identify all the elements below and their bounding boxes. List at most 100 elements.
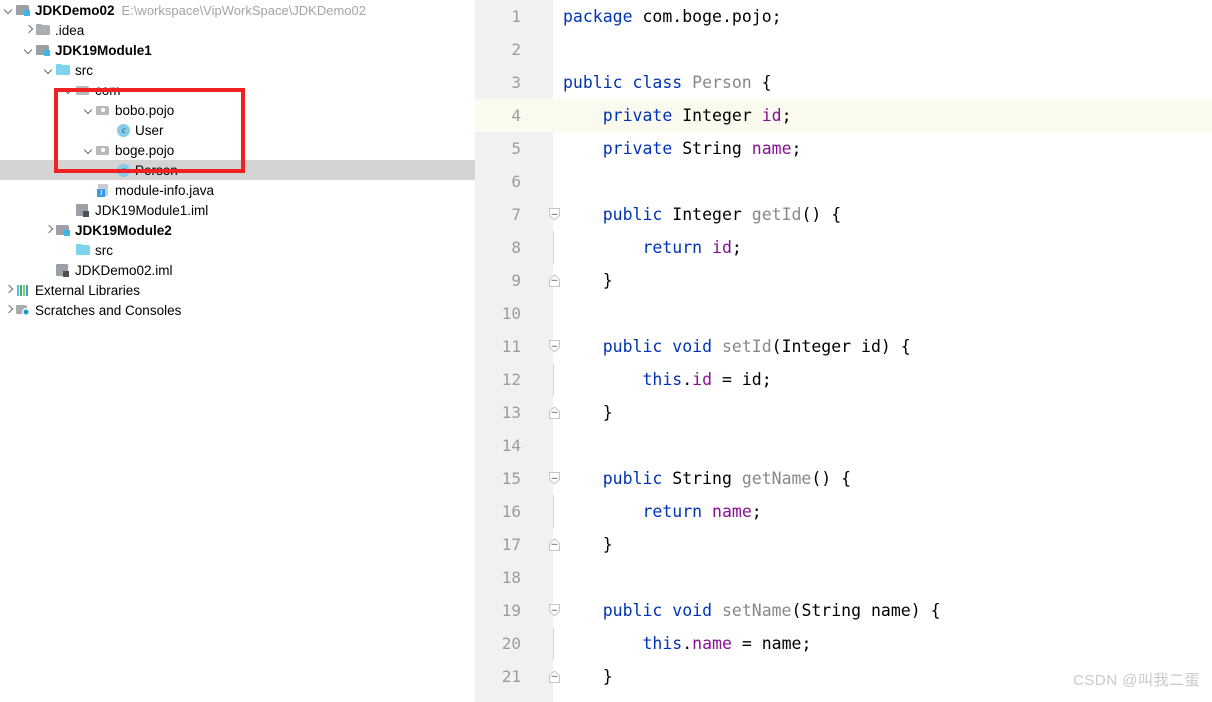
code-line[interactable]: 5 private String name; [475, 132, 1212, 165]
tree-row-jdkdemo02-iml[interactable]: JDKDemo02.iml [0, 260, 475, 280]
chevron-right-icon[interactable] [4, 305, 15, 316]
tree-row-label: JDKDemo02 [35, 2, 115, 18]
code-line[interactable]: 16 return name; [475, 495, 1212, 528]
code-line[interactable]: 12 this.id = id; [475, 363, 1212, 396]
tree-row-jdkdemo02[interactable]: JDKDemo02 E:\workspace\VipWorkSpace\JDKDe… [0, 0, 475, 20]
project-tree-panel[interactable]: JDKDemo02 E:\workspace\VipWorkSpace\JDKDe… [0, 0, 475, 702]
folder-gray-icon [35, 23, 52, 38]
chevron-right-icon[interactable] [24, 25, 35, 36]
code-token: Person [692, 73, 752, 92]
tree-row-scratches-and-consoles[interactable]: Scratches and Consoles [0, 300, 475, 320]
chevron-down-icon[interactable] [84, 145, 95, 156]
tree-row-person[interactable]: c Person [0, 160, 475, 180]
tree-row-label: User [135, 122, 164, 138]
tree-row-boge-pojo[interactable]: boge.pojo [0, 140, 475, 160]
code-fold-close-icon[interactable] [547, 537, 562, 552]
code-token: return [563, 238, 713, 257]
chevron-down-icon[interactable] [24, 45, 35, 56]
line-number: 3 [511, 73, 521, 92]
code-token: () { [801, 205, 842, 224]
chevron-down-icon[interactable] [44, 65, 55, 76]
tree-indent-spacer [0, 190, 84, 191]
code-line[interactable]: 22} [475, 693, 1212, 702]
tree-row-external-libraries[interactable]: External Libraries [0, 280, 475, 300]
code-fold-close-icon[interactable] [547, 405, 562, 420]
indent-guide [553, 495, 554, 528]
indent-guide [553, 363, 554, 396]
chevron-down-icon[interactable] [84, 105, 95, 116]
chevron-right-icon[interactable] [44, 225, 55, 236]
line-number: 20 [501, 634, 521, 653]
tree-row-jdk19module1-iml[interactable]: JDK19Module1.iml [0, 200, 475, 220]
line-number: 10 [501, 304, 521, 323]
code-token: setId [721, 337, 772, 356]
code-token: public void [563, 601, 722, 620]
tree-row-label: Person [135, 162, 178, 178]
code-line[interactable]: 15 public String getName() { [475, 462, 1212, 495]
line-number: 22 [475, 693, 521, 702]
code-token: ; [781, 106, 792, 125]
code-line[interactable]: 7 public Integer getId() { [475, 198, 1212, 231]
code-line[interactable]: 1 package com.boge.pojo; [475, 0, 1212, 33]
chevron-right-icon[interactable] [4, 285, 15, 296]
chevron-down-icon[interactable] [4, 5, 15, 16]
tree-row-label: JDK19Module2 [75, 222, 172, 238]
code-line[interactable]: 13 } [475, 396, 1212, 429]
code-fold-open-icon[interactable] [547, 207, 562, 222]
code-line[interactable]: 11 public void setId(Integer id) { [475, 330, 1212, 363]
code-content[interactable]: 1 package com.boge.pojo; 2 3 public class Pe… [475, 0, 1212, 702]
module-icon [15, 3, 32, 18]
chevron-down-icon[interactable] [64, 85, 75, 96]
line-number: 5 [511, 139, 521, 158]
tree-row-bobo-pojo[interactable]: bobo.pojo [0, 100, 475, 120]
tree-row-user[interactable]: c User [0, 120, 475, 140]
code-line[interactable]: 19 public void setName(String name) { [475, 594, 1212, 627]
code-line[interactable]: 8 return id; [475, 231, 1212, 264]
code-line[interactable]: 9 } [475, 264, 1212, 297]
code-token: ) { [910, 601, 941, 620]
code-token: ; [791, 139, 802, 158]
tree-row-com[interactable]: com [0, 80, 475, 100]
project-path-label: E:\workspace\VipWorkSpace\JDKDemo02 [121, 2, 366, 18]
code-fold-open-icon[interactable] [547, 339, 562, 354]
watermark-label: CSDN @叫我二蛋 [1073, 672, 1200, 689]
tree-no-arrow [104, 165, 115, 176]
code-line[interactable]: 4 private Integer id; [475, 99, 1212, 132]
code-token: { [751, 73, 772, 92]
tree-row-module-info-java[interactable]: Jmodule-info.java [0, 180, 475, 200]
package-icon [95, 143, 112, 158]
code-token: . [682, 634, 693, 653]
code-token: id [692, 370, 713, 389]
code-line[interactable]: 2 [475, 33, 1212, 66]
code-line[interactable]: 3 public class Person { [475, 66, 1212, 99]
module-icon [35, 43, 52, 58]
tree-row--idea[interactable]: .idea [0, 20, 475, 40]
tree-row-jdk19module2[interactable]: JDK19Module2 [0, 220, 475, 240]
code-token: = id; [712, 370, 772, 389]
code-token: Integer [781, 337, 862, 356]
code-line[interactable]: 18 [475, 561, 1212, 594]
code-line[interactable]: 20 this.name = name; [475, 627, 1212, 660]
code-token: String [672, 469, 742, 488]
tree-row-label: src [75, 62, 93, 78]
line-number: 12 [501, 370, 521, 389]
tree-no-arrow [44, 265, 55, 276]
tree-row-src[interactable]: src [0, 60, 475, 80]
code-line[interactable]: 14 [475, 429, 1212, 462]
code-fold-close-icon[interactable] [547, 669, 562, 684]
code-line[interactable]: 10 [475, 297, 1212, 330]
tree-row-label: bobo.pojo [115, 102, 175, 118]
tree-row-src[interactable]: src [0, 240, 475, 260]
code-fold-open-icon[interactable] [547, 471, 562, 486]
code-token: name [870, 601, 911, 620]
code-fold-open-icon[interactable] [547, 603, 562, 618]
module-icon [55, 223, 72, 238]
iml-file-icon [55, 263, 72, 278]
tree-row-label: boge.pojo [115, 142, 175, 158]
code-editor[interactable]: 1 package com.boge.pojo; 2 3 public class Pe… [475, 0, 1212, 702]
code-fold-close-icon[interactable] [547, 273, 562, 288]
code-line[interactable]: 17 } [475, 528, 1212, 561]
code-line[interactable]: 6 [475, 165, 1212, 198]
tree-row-jdk19module1[interactable]: JDK19Module1 [0, 40, 475, 60]
line-number: 19 [501, 601, 521, 620]
